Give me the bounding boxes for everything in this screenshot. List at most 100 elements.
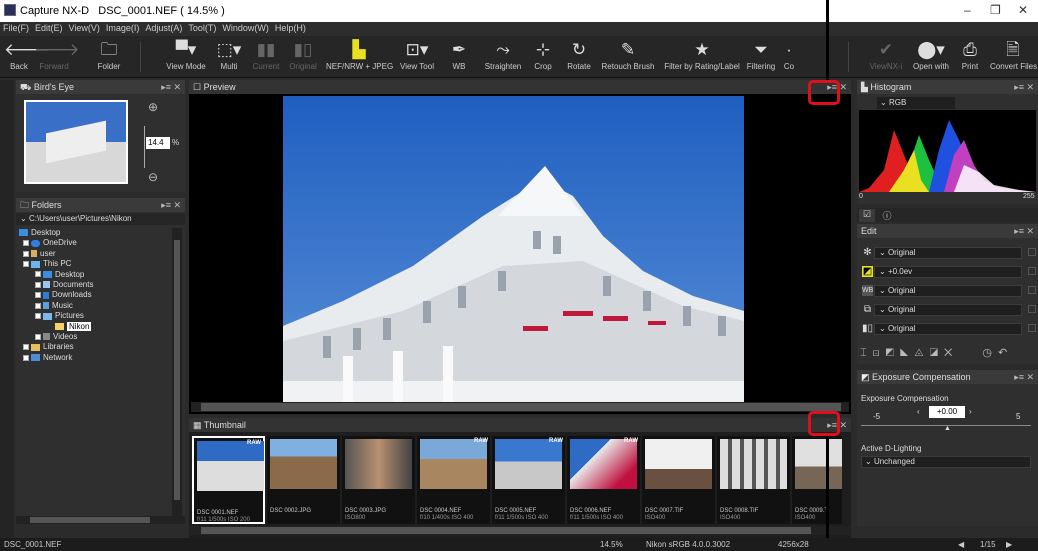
birds-eye-thumbnail[interactable] <box>24 100 128 184</box>
viewnx-button[interactable]: ✔ ViewNX-i <box>866 38 906 71</box>
tree-item-downloads[interactable]: Downloads <box>19 290 169 300</box>
thumbnail-item[interactable]: DSC 0007.TIF ISO400 <box>642 436 715 524</box>
menu-adjust[interactable]: Adjust(A) <box>142 22 185 34</box>
maximize-button[interactable]: ❐ <box>990 3 1001 17</box>
tree-item-pictures[interactable]: Pictures <box>19 311 169 321</box>
panel-menu-icon[interactable]: ▸≡ ✕ <box>161 80 181 94</box>
thumbnail-item[interactable]: DSC 0002.JPG <box>267 436 340 524</box>
print-button[interactable]: ⎙ Print <box>958 38 982 71</box>
current-button[interactable]: ▮▮ Current <box>250 38 282 71</box>
retouch-brush-button[interactable]: ✎ Retouch Brush <box>598 38 658 71</box>
checkbox[interactable] <box>1028 305 1036 313</box>
undo-icon[interactable]: ↶ <box>998 347 1013 359</box>
preview-hscrollbar[interactable] <box>191 402 849 412</box>
view-mode-button[interactable]: ▀▾ View Mode <box>164 38 208 71</box>
tree-item-pc-desktop[interactable]: Desktop <box>19 270 169 280</box>
color-booster-icon[interactable]: ◪ <box>930 347 944 359</box>
wb-button[interactable]: ✒ WB <box>446 38 472 71</box>
close-button[interactable]: ✕ <box>1018 3 1028 17</box>
tree-item-this-pc[interactable]: This PC <box>19 259 169 269</box>
straighten-tool-icon[interactable]: ⌶ <box>860 347 873 359</box>
tree-item-videos[interactable]: Videos <box>19 332 169 342</box>
folders-hscrollbar[interactable] <box>16 516 185 524</box>
color-control-button[interactable]: · Co <box>782 38 796 71</box>
checkbox[interactable] <box>1028 267 1036 275</box>
exposure-max: 5 <box>1016 412 1021 421</box>
folders-scrollbar[interactable] <box>172 228 182 518</box>
tree-item-documents[interactable]: Documents <box>19 280 169 290</box>
tree-item-network[interactable]: Network <box>19 353 169 363</box>
thumbnail-hscrollbar[interactable] <box>189 526 851 535</box>
preview-image[interactable] <box>283 96 744 402</box>
view-tool-button[interactable]: ⊡▾ View Tool <box>396 38 438 71</box>
zoom-in-icon[interactable]: ⊕ <box>148 100 158 114</box>
panel-menu-icon[interactable]: ▸≡ ✕ <box>1014 224 1034 238</box>
menu-image[interactable]: Image(I) <box>103 22 143 34</box>
tree-item-nikon[interactable]: Nikon <box>19 321 169 332</box>
panel-menu-icon[interactable]: ▸≡ ✕ <box>161 198 181 212</box>
tree-item-desktop[interactable]: Desktop <box>19 228 169 238</box>
nef-jpeg-button[interactable]: ▙ NEF/NRW + JPEG <box>326 38 393 71</box>
exposure-select[interactable]: ⌄ +0.0ev <box>874 266 1022 278</box>
menu-help[interactable]: Help(H) <box>272 22 309 34</box>
panel-menu-icon[interactable]: ▸≡ ✕ <box>1014 80 1034 94</box>
tab-adjust[interactable]: ☑ <box>859 209 875 222</box>
filter-rating-button[interactable]: ★ Filter by Rating/Label <box>662 38 742 71</box>
zoom-value-field[interactable]: 14.4 <box>146 137 170 149</box>
thumbnail-item[interactable]: DSC 0003.JPG ISO800 <box>342 436 415 524</box>
panel-menu-icon[interactable]: ▸≡ ✕ <box>1014 370 1034 384</box>
checkbox[interactable] <box>1028 286 1036 294</box>
folder-button[interactable]: 🗀 Folder <box>92 38 126 71</box>
original-button[interactable]: ▮▯ Original <box>286 38 320 71</box>
decrease-icon[interactable]: ‹ <box>917 407 920 416</box>
tone-select[interactable]: ⌄ Original <box>874 304 1022 316</box>
thumbnail-item[interactable]: RAW DSC 0006.NEF f/11 1/500s ISO 400 <box>567 436 640 524</box>
level-tool-icon[interactable]: ◣ <box>900 347 914 359</box>
adl-select[interactable]: ⌄ Unchanged <box>861 456 1031 468</box>
thumbnail-item[interactable]: DSC 0008.TIF ISO400 <box>717 436 790 524</box>
folder-path[interactable]: ⌄ C:\Users\user\Pictures\Nikon <box>16 213 185 225</box>
checkbox[interactable] <box>1028 324 1036 332</box>
noise-tool-icon[interactable]: ✕ <box>944 347 958 359</box>
increase-icon[interactable]: › <box>969 407 972 416</box>
channel-select[interactable]: ⌄ RGB <box>877 97 955 109</box>
color-tool-icon[interactable]: ◩ <box>886 347 900 359</box>
multi-button[interactable]: ⬚▾ Multi <box>214 38 244 71</box>
open-with-button[interactable]: ⬤▾ Open with <box>910 38 952 71</box>
exposure-label: Exposure Compensation <box>861 394 949 403</box>
picture-select[interactable]: ⌄ Original <box>874 323 1022 335</box>
rotate-button[interactable]: ↻ Rotate <box>562 38 596 71</box>
forward-button[interactable]: 🡒 Forward <box>34 38 80 71</box>
menu-view[interactable]: View(V) <box>66 22 103 34</box>
tab-info[interactable]: ⓘ <box>879 209 895 222</box>
slider-handle[interactable]: ▲ <box>944 425 951 432</box>
checkbox[interactable] <box>1028 248 1036 256</box>
history-icon[interactable]: ◷ <box>982 347 998 359</box>
straighten-button[interactable]: ⤳ Straighten <box>482 38 524 71</box>
crop-button[interactable]: ⊹ Crop <box>530 38 556 71</box>
next-icon[interactable]: ▶ <box>1006 538 1012 551</box>
lens-tool-icon[interactable]: ◬ <box>914 347 929 359</box>
wb-select[interactable]: ⌄ Original <box>874 285 1022 297</box>
back-button[interactable]: 🡐 Back <box>4 38 50 71</box>
convert-files-button[interactable]: 🗎 Convert Files <box>990 38 1037 71</box>
thumbnail-item[interactable]: RAW DSC 0004.NEF f/10 1/400s ISO 400 <box>417 436 490 524</box>
menu-tool[interactable]: Tool(T) <box>185 22 219 34</box>
tree-item-music[interactable]: Music <box>19 301 169 311</box>
prev-icon[interactable]: ◀ <box>958 538 964 551</box>
tree-item-libraries[interactable]: Libraries <box>19 342 169 352</box>
menu-window[interactable]: Window(W) <box>219 22 272 34</box>
tree-item-onedrive[interactable]: OneDrive <box>19 238 169 248</box>
minimize-button[interactable]: – <box>964 3 971 17</box>
thumbnail-item[interactable]: RAW DSC 0001.NEF f/11 1/500s ISO 200 <box>192 436 265 524</box>
menu-edit[interactable]: Edit(E) <box>32 22 66 34</box>
picture-control-select[interactable]: ⌄ Original <box>874 247 1022 259</box>
tree-item-user[interactable]: user <box>19 249 169 259</box>
thumbnail-item[interactable]: RAW DSC 0005.NEF f/11 1/500s ISO 400 <box>492 436 565 524</box>
exposure-value-field[interactable]: +0.00 <box>929 406 965 418</box>
filtering-button[interactable]: ⏷ Filtering <box>744 38 778 71</box>
crop-tool-icon[interactable]: ⊡ <box>873 347 886 359</box>
menu-file[interactable]: File(F) <box>0 22 32 34</box>
thumbnail-item[interactable]: DSC 0009.T ISO400 <box>792 436 842 524</box>
zoom-out-icon[interactable]: ⊖ <box>148 170 158 184</box>
